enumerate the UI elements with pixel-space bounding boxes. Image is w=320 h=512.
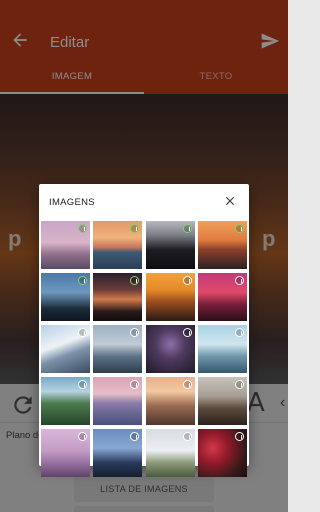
- image-thumbnail-golden-sunset[interactable]: [146, 273, 195, 321]
- download-icon[interactable]: [183, 432, 192, 441]
- download-icon[interactable]: [235, 328, 244, 337]
- image-thumbnail-orange-sunset-shore[interactable]: [198, 221, 247, 269]
- download-icon[interactable]: [235, 276, 244, 285]
- image-thumbnail-purple-flowers[interactable]: [146, 325, 195, 373]
- download-icon[interactable]: [78, 276, 87, 285]
- download-icon[interactable]: [183, 328, 192, 337]
- image-thumbnail-pastel-sunset-sea[interactable]: [93, 377, 142, 425]
- image-thumbnail-blue-silhouette-night[interactable]: [93, 429, 142, 477]
- download-icon[interactable]: [130, 380, 139, 389]
- image-thumbnail-green-valley[interactable]: [41, 377, 90, 425]
- image-thumbnail-hand-silhouette-sky[interactable]: [41, 273, 90, 321]
- download-icon[interactable]: [183, 224, 192, 233]
- download-icon[interactable]: [78, 328, 87, 337]
- close-icon[interactable]: [223, 194, 237, 208]
- image-thumbnail-pink-hills-dusk[interactable]: [41, 221, 90, 269]
- image-grid: [41, 221, 248, 477]
- download-icon[interactable]: [183, 380, 192, 389]
- image-thumbnail-silhouette-reading[interactable]: [146, 221, 195, 269]
- image-thumbnail-snowy-mountain[interactable]: [41, 325, 90, 373]
- download-icon[interactable]: [235, 224, 244, 233]
- download-icon[interactable]: [78, 224, 87, 233]
- download-icon[interactable]: [235, 432, 244, 441]
- image-thumbnail-foggy-sunrise[interactable]: [146, 377, 195, 425]
- download-icon[interactable]: [130, 276, 139, 285]
- image-thumbnail-white-flowers-field[interactable]: [146, 429, 195, 477]
- download-icon[interactable]: [130, 328, 139, 337]
- image-thumbnail-sunset-boat-sea[interactable]: [93, 221, 142, 269]
- dialog-title: IMAGENS: [49, 197, 95, 208]
- image-thumbnail-red-roses[interactable]: [198, 429, 247, 477]
- download-icon[interactable]: [235, 380, 244, 389]
- download-icon[interactable]: [78, 380, 87, 389]
- download-icon[interactable]: [130, 432, 139, 441]
- image-thumbnail-castle-ruins[interactable]: [198, 377, 247, 425]
- download-icon[interactable]: [130, 224, 139, 233]
- download-icon[interactable]: [183, 276, 192, 285]
- image-thumbnail-person-arms-open[interactable]: [93, 273, 142, 321]
- image-thumbnail-magenta-tower[interactable]: [198, 273, 247, 321]
- images-dialog: IMAGENS: [39, 184, 249, 477]
- download-icon[interactable]: [78, 432, 87, 441]
- image-thumbnail-lighthouse-bay[interactable]: [93, 325, 142, 373]
- image-thumbnail-misty-lake[interactable]: [198, 325, 247, 373]
- image-thumbnail-pink-blossoms[interactable]: [41, 429, 90, 477]
